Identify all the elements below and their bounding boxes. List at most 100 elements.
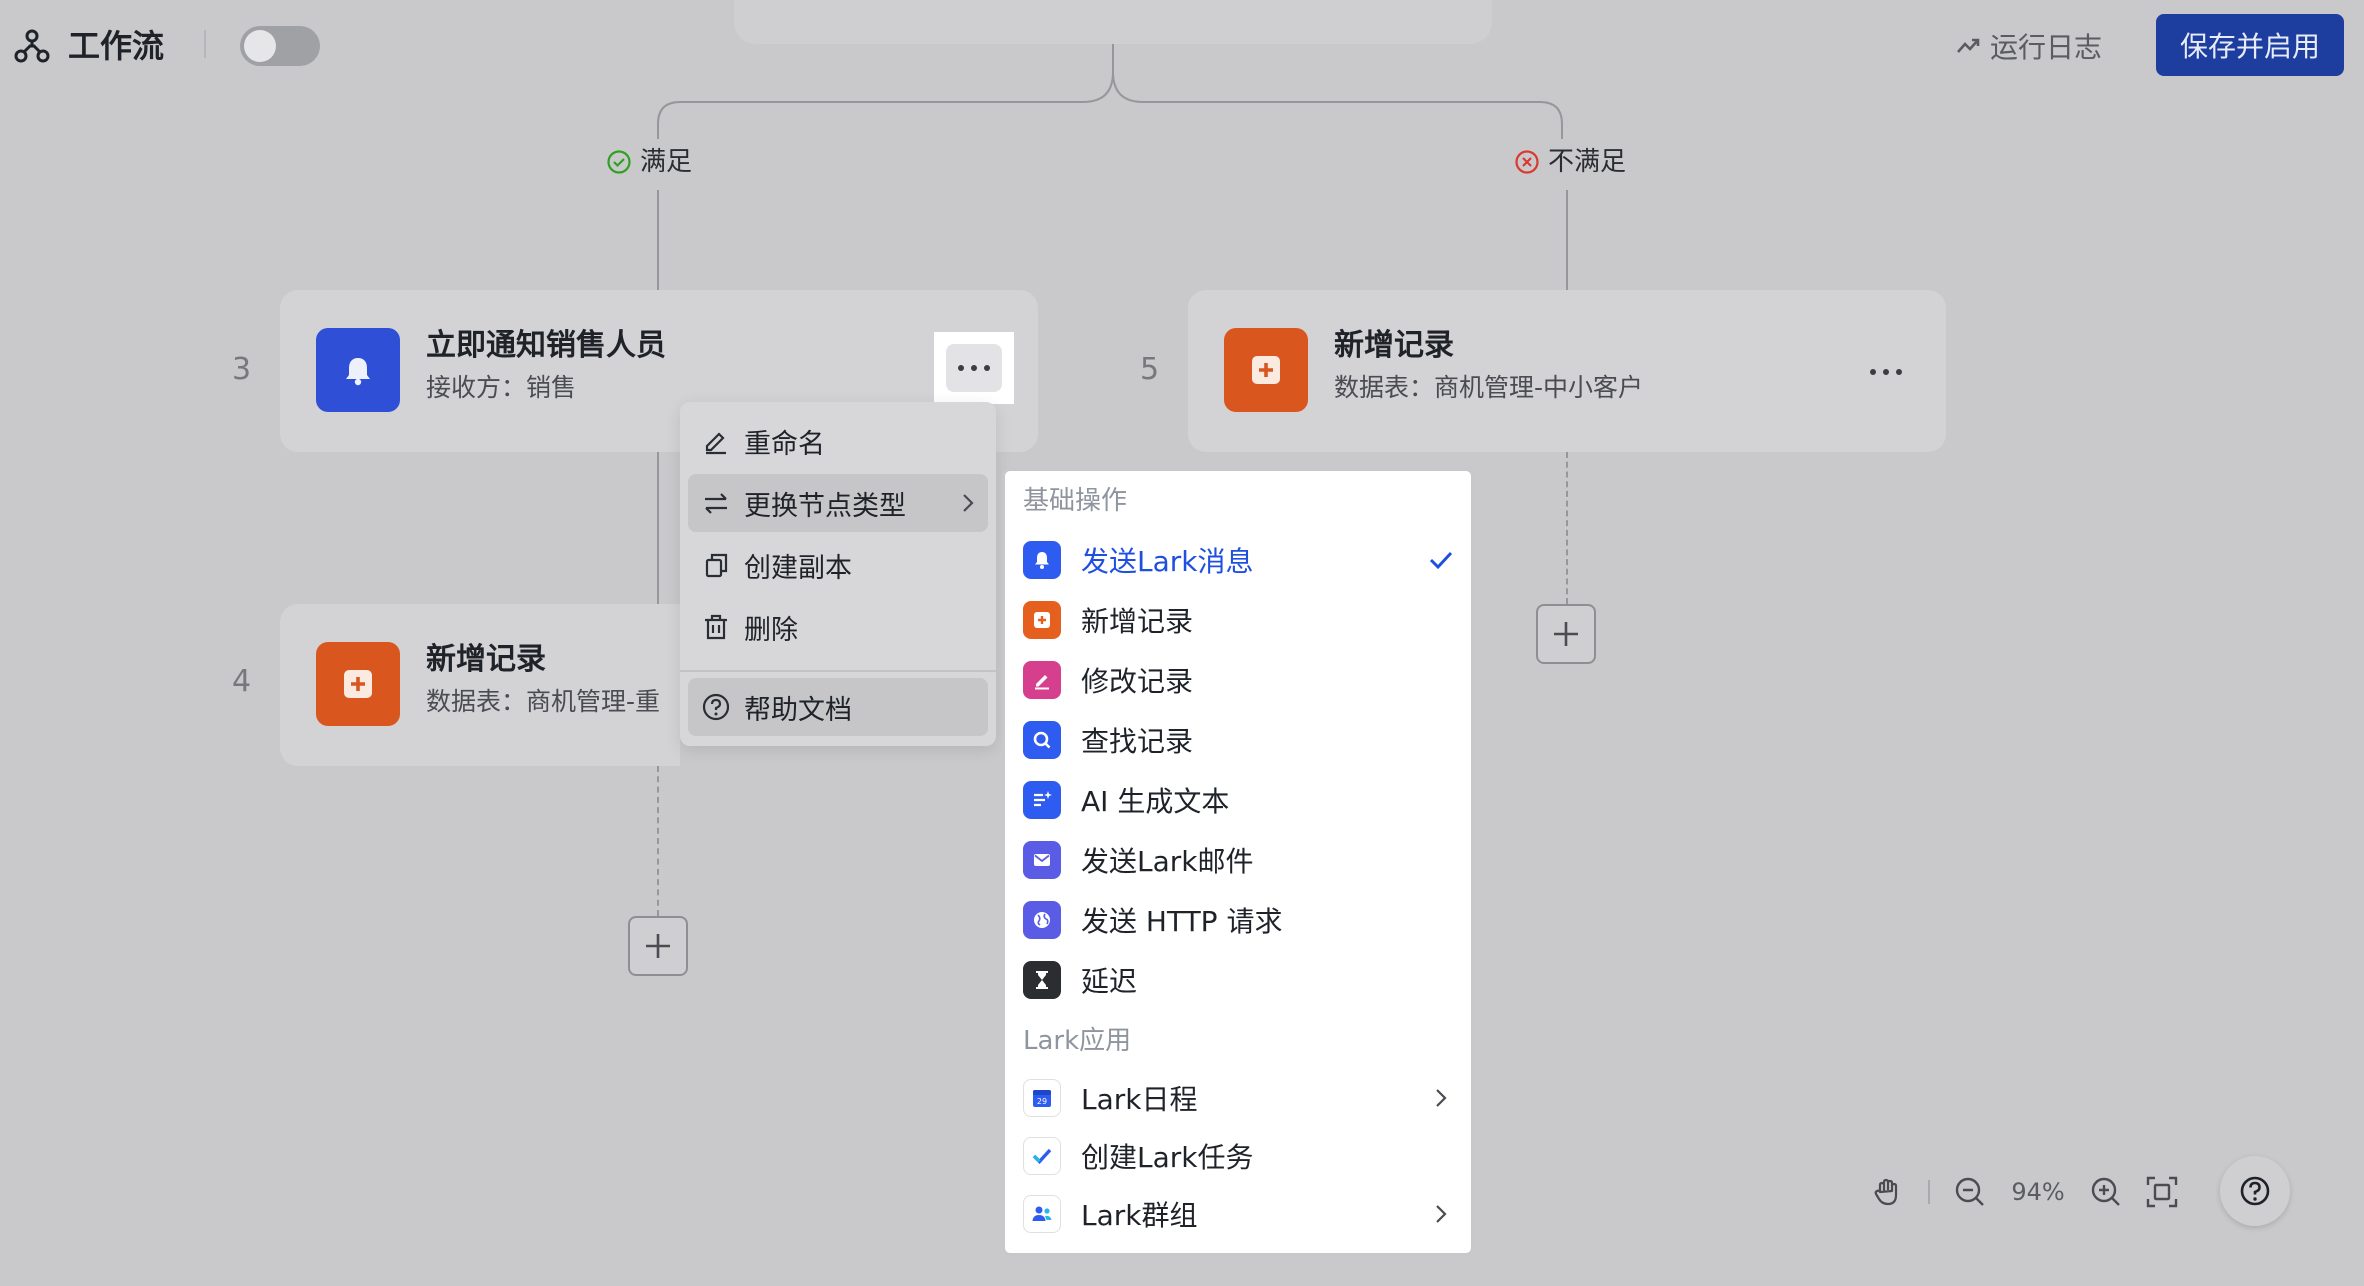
- add-record-icon: [1023, 601, 1061, 639]
- fit-view-icon: [2146, 1176, 2178, 1208]
- enable-toggle[interactable]: [240, 26, 320, 66]
- plus-icon: [646, 934, 670, 958]
- zoom-in-icon: [2091, 1177, 2120, 1206]
- close-circle-icon: [1514, 149, 1540, 175]
- page-title: 工作流: [68, 27, 165, 65]
- menu-item-change-type[interactable]: 更换节点类型: [688, 474, 988, 532]
- help-icon: [2240, 1176, 2270, 1206]
- node-subtitle: 数据表：商机管理-重: [426, 687, 661, 716]
- check-icon: [1421, 549, 1461, 571]
- submenu-item-send-lark-mail[interactable]: 发送Lark邮件: [1017, 831, 1461, 889]
- node-number: 5: [1140, 352, 1160, 387]
- submenu-item-ai-text[interactable]: AI 生成文本: [1017, 771, 1461, 829]
- zoom-level: 94%: [2011, 1178, 2065, 1206]
- node-more-highlight: [934, 332, 1014, 404]
- section-header-lark: Lark应用: [1023, 1026, 1132, 1056]
- hand-tool-button[interactable]: [1860, 1164, 1916, 1220]
- chevron-right-icon: [948, 492, 988, 514]
- node-context-menu: 重命名 更换节点类型 创建副本 删除 帮助文档: [680, 402, 996, 746]
- node-card-add-record[interactable]: 新增记录 数据表：商机管理-中小客户: [1188, 290, 1946, 452]
- submenu-item-lark-calendar[interactable]: 29 Lark日程: [1017, 1069, 1461, 1127]
- node-subtitle: 数据表：商机管理-中小客户: [1334, 373, 1644, 402]
- trash-icon: [688, 613, 744, 641]
- node-title: 新增记录: [426, 642, 546, 677]
- node-card-add-record[interactable]: 新增记录 数据表：商机管理-重: [280, 604, 680, 766]
- branch-connector: [657, 44, 1563, 139]
- submenu-item-find-record[interactable]: 查找记录: [1017, 711, 1461, 769]
- submenu-item-label: 发送Lark邮件: [1081, 845, 1254, 878]
- trend-icon: [1956, 34, 1980, 58]
- hourglass-icon: [1023, 961, 1061, 999]
- menu-item-rename[interactable]: 重命名: [688, 412, 988, 470]
- plus-icon: [1554, 622, 1578, 646]
- submenu-item-add-record[interactable]: 新增记录: [1017, 591, 1461, 649]
- submenu-item-delay[interactable]: 延迟: [1017, 951, 1461, 1009]
- node-number: 3: [232, 352, 252, 387]
- submenu-item-http-request[interactable]: 发送 HTTP 请求: [1017, 891, 1461, 949]
- menu-item-duplicate[interactable]: 创建副本: [688, 536, 988, 594]
- mail-icon: [1023, 841, 1061, 879]
- add-node-button[interactable]: [628, 916, 688, 976]
- submenu-item-label: 查找记录: [1081, 725, 1194, 758]
- hand-icon: [1874, 1178, 1898, 1206]
- help-button[interactable]: [2220, 1156, 2290, 1226]
- menu-item-label: 重命名: [744, 428, 825, 460]
- submenu-item-lark-group[interactable]: Lark群组: [1017, 1185, 1461, 1243]
- branch-no-text: 不满足: [1548, 147, 1627, 177]
- workflow-icon: [14, 28, 50, 64]
- add-node-button[interactable]: [1536, 604, 1596, 664]
- menu-item-label: 帮助文档: [744, 694, 852, 726]
- globe-icon: [1023, 901, 1061, 939]
- node-title: 新增记录: [1334, 328, 1454, 363]
- zoom-out-button[interactable]: [1942, 1164, 1998, 1220]
- connector-line: [657, 766, 659, 916]
- bell-icon: [316, 328, 400, 412]
- ai-text-icon: [1023, 781, 1061, 819]
- save-and-enable-button[interactable]: 保存并启用: [2156, 14, 2344, 76]
- menu-item-delete[interactable]: 删除: [688, 598, 988, 656]
- swap-icon: [688, 489, 744, 517]
- more-icon[interactable]: [946, 344, 1002, 392]
- submenu-item-label: Lark日程: [1081, 1083, 1198, 1116]
- connector-line: [657, 190, 659, 290]
- submenu-item-label: 发送Lark消息: [1081, 545, 1254, 578]
- canvas-toolbar: 94%: [1860, 1164, 2190, 1220]
- menu-item-help[interactable]: 帮助文档: [688, 678, 988, 736]
- menu-divider: [680, 670, 996, 672]
- run-log-label: 运行日志: [1990, 31, 2103, 64]
- section-header-basic: 基础操作: [1023, 486, 1128, 516]
- submenu-item-label: 新增记录: [1081, 605, 1194, 638]
- group-icon: [1023, 1195, 1061, 1233]
- bell-icon: [1023, 541, 1061, 579]
- edit-icon: [688, 427, 744, 455]
- submenu-item-send-lark-message[interactable]: 发送Lark消息: [1017, 531, 1461, 589]
- menu-item-label: 删除: [744, 614, 798, 646]
- add-record-icon: [316, 642, 400, 726]
- more-icon[interactable]: [1858, 348, 1914, 396]
- branch-yes-label: 满足: [606, 144, 692, 180]
- submenu-item-label: 延迟: [1081, 965, 1138, 998]
- toolbar-divider: [1928, 1180, 1930, 1204]
- submenu-item-lark-task[interactable]: 创建Lark任务: [1017, 1127, 1461, 1185]
- calendar-icon: 29: [1023, 1079, 1061, 1117]
- zoom-out-icon: [1955, 1177, 1984, 1206]
- submenu-item-label: 修改记录: [1081, 665, 1194, 698]
- copy-icon: [688, 551, 744, 579]
- zoom-in-button[interactable]: [2078, 1164, 2134, 1220]
- run-log-button[interactable]: 运行日志: [1956, 24, 2102, 68]
- node-type-submenu: 基础操作 发送Lark消息 新增记录 修改记录 查找记录 AI 生成文本 发送L…: [1002, 468, 1474, 1256]
- fit-view-button[interactable]: [2134, 1164, 2190, 1220]
- submenu-item-label: AI 生成文本: [1081, 785, 1230, 818]
- add-record-icon: [1224, 328, 1308, 412]
- search-icon: [1023, 721, 1061, 759]
- chevron-right-icon: [1421, 1203, 1461, 1225]
- branch-yes-text: 满足: [640, 147, 693, 177]
- submenu-item-label: 创建Lark任务: [1081, 1141, 1254, 1174]
- condition-node[interactable]: [734, 0, 1492, 44]
- check-circle-icon: [606, 149, 632, 175]
- submenu-item-label: Lark群组: [1081, 1199, 1198, 1232]
- submenu-item-edit-record[interactable]: 修改记录: [1017, 651, 1461, 709]
- branch-no-label: 不满足: [1514, 144, 1626, 180]
- edit-record-icon: [1023, 661, 1061, 699]
- connector-line: [657, 452, 659, 604]
